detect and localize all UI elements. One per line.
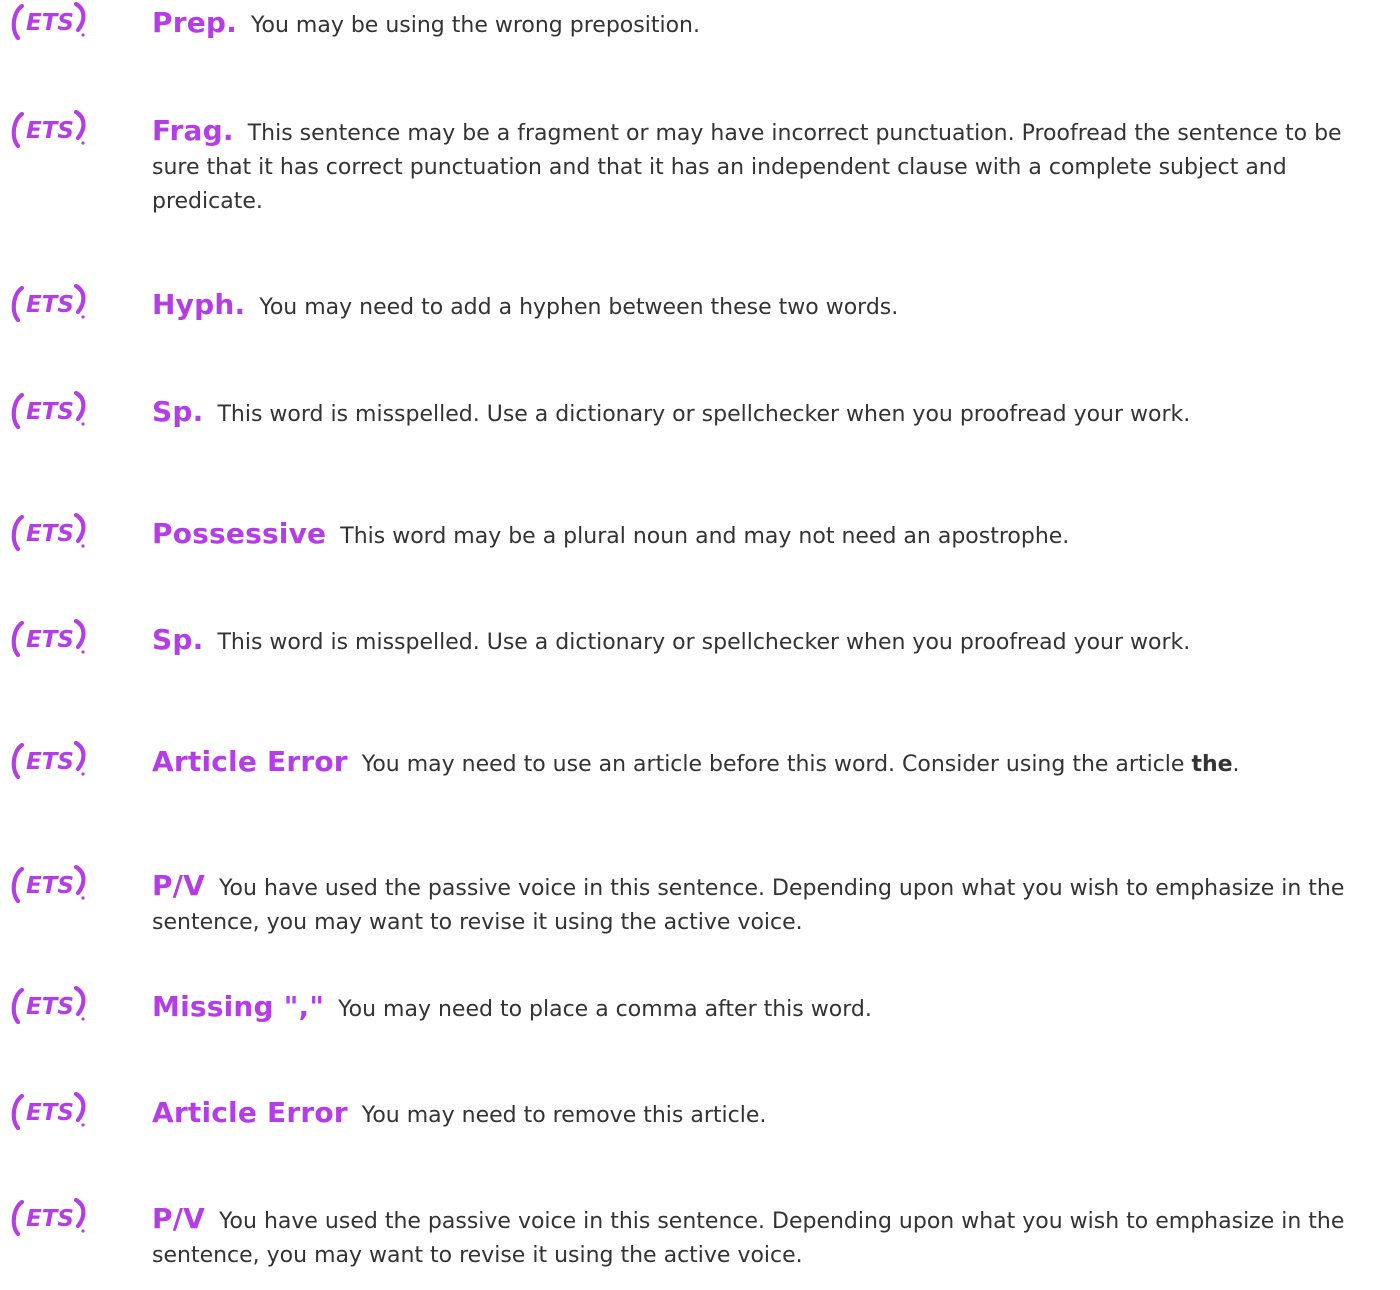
ets-logo-icon: ETS	[6, 1090, 92, 1132]
feedback-text: Frag. This sentence may be a fragment or…	[152, 114, 1388, 219]
ets-logo-icon: ETS	[6, 739, 92, 781]
feedback-text: Sp. This word is misspelled. Use a dicti…	[152, 395, 1388, 432]
feedback-message-tail: .	[1232, 752, 1240, 777]
svg-text:ETS: ETS	[26, 399, 74, 425]
feedback-message: You may need to remove this article.	[361, 1103, 767, 1128]
ets-logo-icon: ETS	[6, 511, 92, 553]
feedback-text: Prep. You may be using the wrong preposi…	[152, 6, 1388, 43]
svg-text:ETS: ETS	[26, 292, 74, 318]
ets-logo-icon: ETS	[6, 0, 92, 42]
feedback-message: This word may be a plural noun and may n…	[340, 524, 1070, 549]
ets-logo-icon: ETS	[6, 282, 92, 324]
feedback-category: Possessive	[152, 517, 327, 550]
svg-text:ETS: ETS	[26, 118, 74, 144]
ets-logo-icon: ETS	[6, 984, 92, 1026]
ets-logo-icon: ETS	[6, 1196, 92, 1238]
feedback-message: You have used the passive voice in this …	[152, 1209, 1345, 1268]
suggested-article: the	[1191, 752, 1233, 777]
feedback-message: You may be using the wrong preposition.	[251, 13, 700, 38]
feedback-message: You have used the passive voice in this …	[152, 876, 1345, 935]
feedback-message: You may need to use an article before th…	[361, 752, 1185, 777]
feedback-message: This sentence may be a fragment or may h…	[152, 121, 1342, 214]
feedback-text: Sp. This word is misspelled. Use a dicti…	[152, 623, 1388, 660]
feedback-text: Hyph. You may need to add a hyphen betwe…	[152, 288, 1388, 325]
feedback-message: This word is misspelled. Use a dictionar…	[217, 402, 1191, 427]
svg-text:ETS: ETS	[26, 873, 74, 899]
feedback-text: Article Error You may need to use an art…	[152, 745, 1388, 782]
svg-text:ETS: ETS	[26, 749, 74, 775]
svg-text:ETS: ETS	[26, 994, 74, 1020]
feedback-category: Article Error	[152, 1096, 348, 1129]
feedback-message: You may need to place a comma after this…	[338, 997, 872, 1022]
feedback-text: P/V You have used the passive voice in t…	[152, 869, 1388, 940]
feedback-category: Article Error	[152, 745, 348, 778]
feedback-category: Missing ","	[152, 990, 325, 1023]
feedback-category: Frag.	[152, 114, 234, 147]
feedback-message: This word is misspelled. Use a dictionar…	[217, 630, 1191, 655]
feedback-text: Missing "," You may need to place a comm…	[152, 990, 1388, 1027]
feedback-category: Sp.	[152, 395, 204, 428]
feedback-text: Possessive This word may be a plural nou…	[152, 517, 1388, 554]
ets-logo-icon: ETS	[6, 108, 92, 150]
svg-text:ETS: ETS	[26, 1206, 74, 1232]
feedback-category: Hyph.	[152, 288, 246, 321]
feedback-text: P/V You have used the passive voice in t…	[152, 1202, 1388, 1273]
feedback-text: Article Error You may need to remove thi…	[152, 1096, 1388, 1133]
ets-logo-icon: ETS	[6, 617, 92, 659]
feedback-message: You may need to add a hyphen between the…	[259, 295, 899, 320]
ets-logo-icon: ETS	[6, 863, 92, 905]
feedback-category: Sp.	[152, 623, 204, 656]
feedback-category: Prep.	[152, 6, 237, 39]
feedback-category: P/V	[152, 1202, 206, 1235]
svg-text:ETS: ETS	[26, 1100, 74, 1126]
svg-text:ETS: ETS	[26, 521, 74, 547]
svg-text:ETS: ETS	[26, 10, 74, 36]
ets-logo-icon: ETS	[6, 389, 92, 431]
feedback-category: P/V	[152, 869, 206, 902]
svg-text:ETS: ETS	[26, 627, 74, 653]
